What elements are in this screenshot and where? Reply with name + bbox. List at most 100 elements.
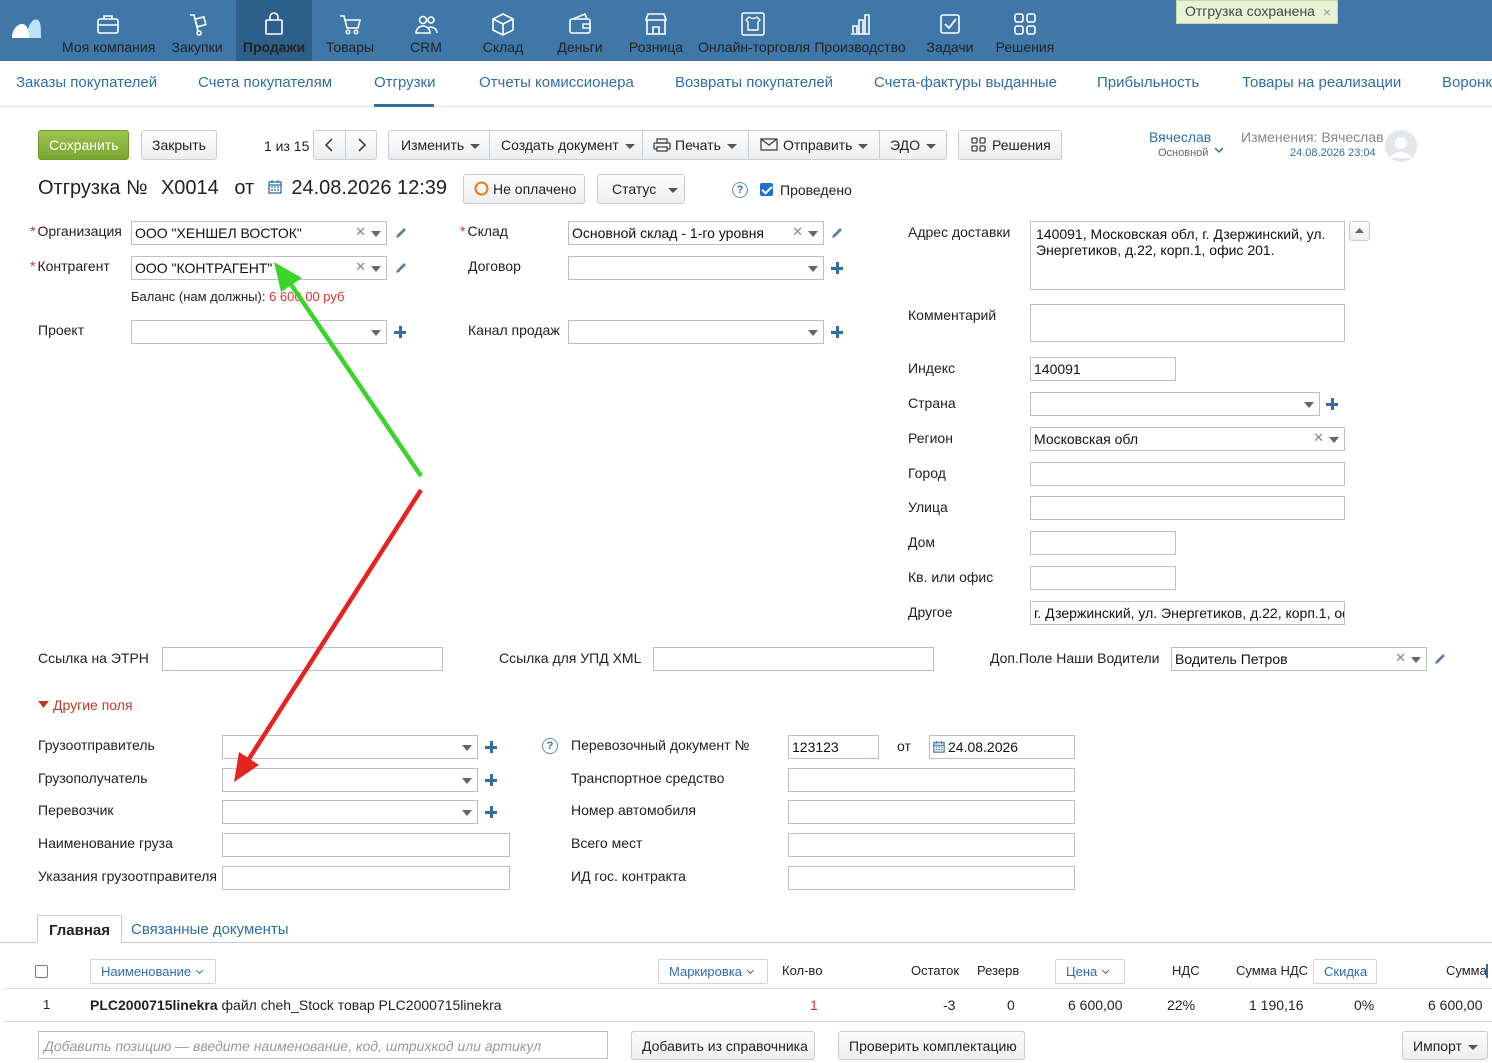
help-icon[interactable]: ? [732,182,748,198]
chevron-down-icon[interactable] [808,330,818,336]
clear-icon[interactable]: ✕ [355,259,366,275]
chevron-down-icon[interactable] [371,330,381,336]
apartment-input[interactable] [1030,566,1176,590]
transport-doc-date-input[interactable]: 24.08.2026 [929,735,1075,759]
add-project-plus-icon[interactable] [393,325,407,339]
chevron-down-icon[interactable] [1411,657,1421,663]
help-icon[interactable]: ? [542,738,558,754]
solutions-button[interactable]: Решения [958,130,1062,160]
clear-icon[interactable]: ✕ [1395,650,1406,666]
nav-crm[interactable]: CRM [388,0,464,61]
clear-icon[interactable]: ✕ [792,224,803,240]
row-price[interactable]: 6 600,00 [1068,997,1123,1013]
country-select[interactable] [1030,392,1320,416]
send-dropdown-button[interactable]: Отправить [760,131,869,159]
close-button[interactable]: Закрыть [141,130,217,160]
posted-checkbox[interactable] [760,183,773,196]
nav-purchases[interactable]: Закупки [158,0,236,61]
etrn-link-input[interactable] [162,647,443,671]
print-dropdown-button[interactable]: Печать [653,131,737,159]
counterparty-select[interactable]: ООО "КОНТРАГЕНТ" ✕ [131,256,387,280]
chevron-down-icon[interactable] [462,778,472,784]
nav-money[interactable]: Деньги [542,0,618,61]
index-input[interactable]: 140091 [1030,357,1176,381]
select-all-checkbox[interactable] [35,965,48,978]
nav-tasks[interactable]: Задачи [912,0,988,61]
shipper-select[interactable] [222,735,478,759]
tab-main[interactable]: Главная [37,915,123,943]
chevron-down-icon[interactable] [371,231,381,237]
nav-sales[interactable]: Продажи [236,0,312,61]
shipper-instructions-input[interactable] [222,866,510,890]
add-channel-plus-icon[interactable] [830,325,844,339]
car-number-input[interactable] [788,800,1075,824]
consignee-select[interactable] [222,768,478,792]
comment-textarea[interactable] [1030,304,1345,342]
avatar[interactable] [1385,130,1417,162]
edo-dropdown-button[interactable]: ЭДО [890,131,936,159]
nav-online-trade[interactable]: Онлайн-торговля [698,0,810,61]
carrier-select[interactable] [222,800,478,824]
subnav-profitability[interactable]: Прибыльность [1097,74,1199,91]
collapse-address-button[interactable] [1349,221,1370,241]
prev-page-button[interactable] [314,131,345,159]
column-discount-header[interactable]: Скидка [1313,959,1377,984]
import-dropdown-button[interactable]: Импорт [1402,1031,1488,1060]
column-name-header[interactable]: Наименование [90,959,216,984]
row-discount[interactable]: 0% [1354,997,1374,1013]
column-price-header[interactable]: Цена [1055,959,1125,984]
subnav-issued-invoices[interactable]: Счета-фактуры выданные [874,74,1057,91]
organization-select[interactable]: ООО "ХЕНШЕЛ ВОСТОК" ✕ [131,221,387,245]
gov-contract-input[interactable] [788,866,1075,890]
nav-production[interactable]: Производство [814,0,906,61]
clear-icon[interactable]: ✕ [1313,430,1324,446]
subnav-funnel[interactable]: Воронк [1442,74,1492,91]
document-number[interactable]: Х0014 [161,177,219,199]
user-name[interactable]: Вячеслав [1149,129,1211,145]
nav-warehouse[interactable]: Склад [464,0,542,61]
chevron-down-icon[interactable] [808,266,818,272]
total-places-input[interactable] [788,833,1075,857]
chevron-down-icon[interactable] [1214,146,1224,154]
drivers-select[interactable]: Водитель Петров ✕ [1171,647,1427,671]
vehicle-input[interactable] [788,768,1075,792]
add-contract-plus-icon[interactable] [830,261,844,275]
chevron-down-icon[interactable] [1329,437,1339,443]
project-select[interactable] [131,320,387,344]
row-vat[interactable]: 22% [1167,997,1195,1013]
other-address-input[interactable]: г. Дзержинский, ул. Энергетиков, д.22, к… [1030,601,1345,625]
edit-dropdown-button[interactable]: Изменить [401,131,481,159]
pencil-icon[interactable] [394,261,408,275]
app-logo-icon[interactable] [10,16,42,40]
calendar-icon[interactable] [268,180,282,194]
region-select[interactable]: Московская обл ✕ [1030,427,1345,451]
nav-goods[interactable]: Товары [312,0,388,61]
subnav-customer-returns[interactable]: Возвраты покупателей [675,74,833,91]
nav-solutions[interactable]: Решения [988,0,1062,61]
add-consignee-plus-icon[interactable] [484,773,498,787]
subnav-commissioner-reports[interactable]: Отчеты комиссионера [479,74,634,91]
add-country-plus-icon[interactable] [1325,397,1339,411]
chevron-down-icon[interactable] [1304,402,1314,408]
delivery-address-textarea[interactable]: 140091, Московская обл, г. Дзержинский, … [1030,221,1345,290]
payment-status-button[interactable]: Не оплачено [463,174,585,204]
city-input[interactable] [1030,462,1345,486]
calendar-icon[interactable] [933,741,945,753]
transport-doc-number-input[interactable]: 123123 [788,735,879,759]
next-page-button[interactable] [346,131,377,159]
warehouse-select[interactable]: Основной склад - 1-го уровня ✕ [568,221,824,245]
pencil-icon[interactable] [1433,652,1447,666]
chevron-down-icon[interactable] [462,745,472,751]
add-from-catalog-button[interactable]: Добавить из справочника [631,1031,815,1060]
other-fields-toggle[interactable]: Другие поля [38,697,133,713]
upd-xml-link-input[interactable] [653,647,934,671]
clear-icon[interactable]: ✕ [355,224,366,240]
status-dropdown-button[interactable]: Статус [597,174,685,204]
pencil-icon[interactable] [394,226,408,240]
subnav-customer-invoices[interactable]: Счета покупателям [198,74,332,91]
add-shipper-plus-icon[interactable] [484,740,498,754]
add-carrier-plus-icon[interactable] [484,805,498,819]
cargo-name-input[interactable] [222,833,510,857]
house-input[interactable] [1030,531,1176,555]
row-qty[interactable]: 1 [810,997,818,1013]
